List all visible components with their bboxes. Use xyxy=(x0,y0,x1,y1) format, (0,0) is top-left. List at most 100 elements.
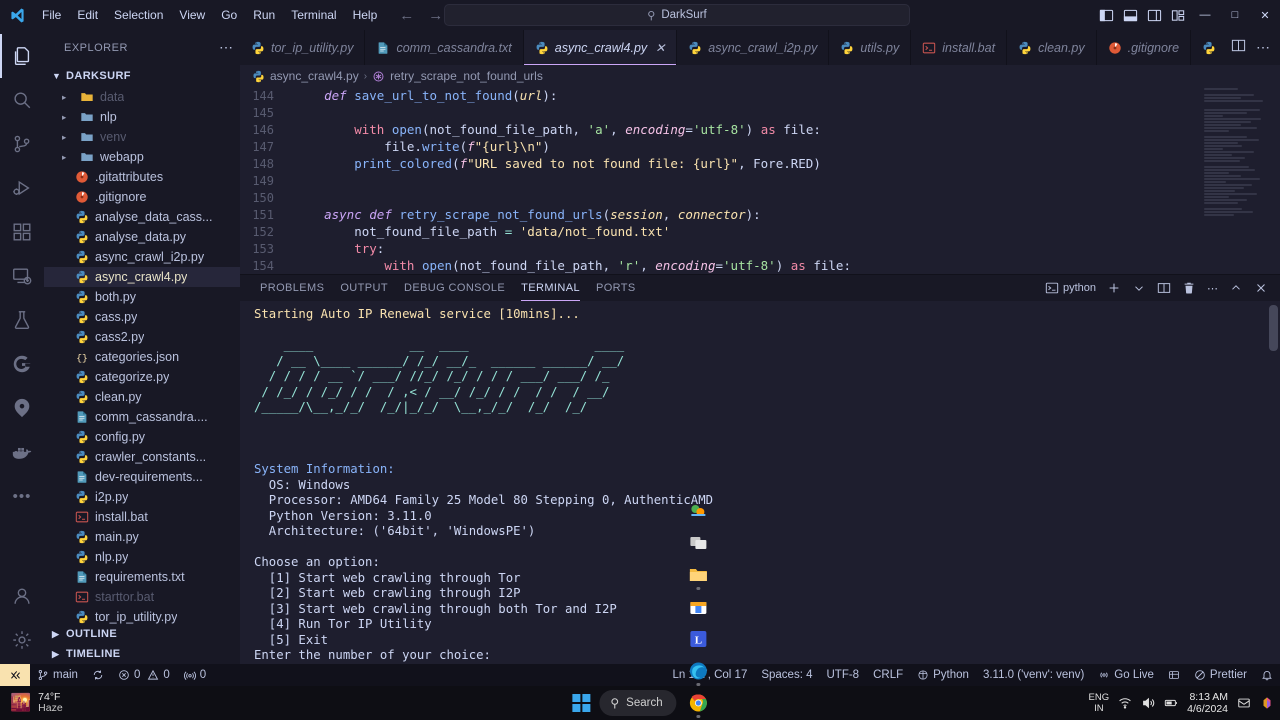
sidebar-item-source-control[interactable] xyxy=(0,122,44,166)
status-remote-menu-icon[interactable] xyxy=(1161,664,1187,686)
volume-icon[interactable] xyxy=(1141,696,1155,710)
tree-file-starttor-bat[interactable]: starttor.bat xyxy=(44,587,240,607)
sidebar-item-extensions[interactable] xyxy=(0,210,44,254)
workspace-root[interactable]: ▼ DARKSURF xyxy=(44,65,240,87)
editor-tab-async-crawl-i2p-py[interactable]: async_crawl_i2p.py xyxy=(677,30,830,65)
taskbar-clock[interactable]: 8:13 AM 4/6/2024 xyxy=(1187,691,1228,715)
more-actions-icon[interactable]: ⋯ xyxy=(219,39,234,56)
sidebar-item-docker[interactable] xyxy=(0,430,44,474)
account-icon[interactable] xyxy=(0,574,44,618)
sidebar-item-run-and-debug[interactable] xyxy=(0,166,44,210)
sidebar-item-gitlens[interactable] xyxy=(0,342,44,386)
taskbar-app-google-chrome[interactable] xyxy=(683,687,715,719)
tree-file-cass2-py[interactable]: cass2.py xyxy=(44,327,240,347)
battery-icon[interactable] xyxy=(1164,696,1178,710)
tree-file-cass-py[interactable]: cass.py xyxy=(44,307,240,327)
tree-file-requirements-txt[interactable]: requirements.txt xyxy=(44,567,240,587)
sidebar-item-remote-explorer[interactable] xyxy=(0,254,44,298)
copilot-icon[interactable] xyxy=(1260,696,1274,710)
menu-go[interactable]: Go xyxy=(213,5,245,25)
status-errors-warnings[interactable]: 0 0 xyxy=(111,664,177,686)
tab-output[interactable]: OUTPUT xyxy=(332,275,396,301)
code-lines[interactable]: 144 def save_url_to_not_found(url): 145 14… xyxy=(240,87,1280,274)
code-line[interactable]: 145 xyxy=(240,104,1280,121)
status-python-interpreter[interactable]: 3.11.0 ('venv': venv) xyxy=(976,664,1091,686)
code-line[interactable]: 154 with open(not_found_file_path, 'r', … xyxy=(240,257,1280,274)
close-panel-icon[interactable] xyxy=(1250,277,1272,299)
wifi-icon[interactable] xyxy=(1118,696,1132,710)
window-maximize-button[interactable]: □ xyxy=(1220,0,1250,30)
tree-file-categorize-py[interactable]: categorize.py xyxy=(44,367,240,387)
sidebar-item-testing[interactable] xyxy=(0,298,44,342)
tab-terminal[interactable]: TERMINAL xyxy=(513,275,588,301)
code-line[interactable]: 153 try: xyxy=(240,240,1280,257)
editor-tab-tor-ip-utility-py[interactable]: tor_ip_utility.py xyxy=(240,30,366,65)
file-tree[interactable]: ▸ data ▸ nlp ▸ venv ▸ webapp .gitattributes .giti… xyxy=(44,87,240,624)
split-terminal-icon[interactable] xyxy=(1153,277,1175,299)
toggle-primary-sidebar-icon[interactable] xyxy=(1094,0,1118,30)
tree-file-i2p-py[interactable]: i2p.py xyxy=(44,487,240,507)
tree-file-config-py[interactable]: config.py xyxy=(44,427,240,447)
tree-file-categories-json[interactable]: {} categories.json xyxy=(44,347,240,367)
tree-file-crawler-constants-[interactable]: crawler_constants... xyxy=(44,447,240,467)
editor-tab-clean-py[interactable]: clean.py xyxy=(1007,30,1097,65)
toggle-panel-icon[interactable] xyxy=(1118,0,1142,30)
taskbar-app-leetcode[interactable]: L xyxy=(683,623,715,655)
activity-bar-more-icon[interactable]: ••• xyxy=(0,474,44,518)
tree-file-comm-cassandra-[interactable]: comm_cassandra.... xyxy=(44,407,240,427)
breadcrumb-symbol[interactable]: retry_scrape_not_found_urls xyxy=(390,69,543,83)
menu-run[interactable]: Run xyxy=(245,5,283,25)
tree-file-async-crawl4-py[interactable]: async_crawl4.py xyxy=(44,267,240,287)
tree-file-dev-requirements-[interactable]: dev-requirements... xyxy=(44,467,240,487)
code-line[interactable]: 146 with open(not_found_file_path, 'a', … xyxy=(240,121,1280,138)
taskbar-search[interactable]: ⚲ Search xyxy=(599,690,677,716)
terminal-output[interactable]: Starting Auto IP Renewal service [10mins… xyxy=(240,301,1280,664)
remote-window-indicator[interactable] xyxy=(0,664,30,686)
editor-tab--gitignore[interactable]: .gitignore xyxy=(1096,30,1192,65)
menu-edit[interactable]: Edit xyxy=(69,5,106,25)
sidebar-item-quokka[interactable] xyxy=(0,386,44,430)
plus-icon[interactable] xyxy=(1103,277,1125,299)
windows-start-icon[interactable] xyxy=(565,687,597,719)
taskbar-app-microsoft-store[interactable] xyxy=(683,591,715,623)
tree-folder-nlp[interactable]: ▸ nlp xyxy=(44,107,240,127)
editor-tab-utils-py[interactable]: utils.py xyxy=(829,30,912,65)
tree-folder-data[interactable]: ▸ data xyxy=(44,87,240,107)
tree-file-clean-py[interactable]: clean.py xyxy=(44,387,240,407)
sidebar-item-search[interactable] xyxy=(0,78,44,122)
editor-tabs[interactable]: tor_ip_utility.py comm_cassandra.txt async… xyxy=(240,30,1222,65)
taskbar-app-file-explorer[interactable] xyxy=(683,559,715,591)
tree-file-nlp-py[interactable]: nlp.py xyxy=(44,547,240,567)
window-close-button[interactable]: ✕ xyxy=(1250,0,1280,30)
tab-debug-console[interactable]: DEBUG CONSOLE xyxy=(396,275,513,301)
tree-file-analyse-data-py[interactable]: analyse_data.py xyxy=(44,227,240,247)
status-go-live[interactable]: Go Live xyxy=(1091,664,1161,686)
weather-widget[interactable]: 🌇 74°F Haze xyxy=(0,692,170,714)
minimap[interactable] xyxy=(1204,87,1266,274)
sidebar-item-explorer[interactable] xyxy=(0,34,44,78)
arrow-right-icon[interactable]: → xyxy=(428,8,443,23)
tree-file-analyse-data-cass-[interactable]: analyse_data_cass... xyxy=(44,207,240,227)
status-branch[interactable]: main xyxy=(30,664,85,686)
taskbar-app-widgets[interactable] xyxy=(683,495,715,527)
editor-tab-untitled[interactable] xyxy=(1191,30,1222,65)
status-sync[interactable] xyxy=(85,664,111,686)
more-actions-icon[interactable]: ⋯ xyxy=(1256,39,1271,56)
terminal-shell-selector[interactable]: python xyxy=(1041,277,1100,299)
command-center-search[interactable]: ⚲ DarkSurf xyxy=(444,4,910,26)
code-line[interactable]: 150 xyxy=(240,189,1280,206)
status-indentation[interactable]: Spaces: 4 xyxy=(754,664,819,686)
code-editor[interactable]: 144 def save_url_to_not_found(url): 145 14… xyxy=(240,87,1280,274)
editor-scrollbar[interactable] xyxy=(1266,87,1280,274)
arrow-left-icon[interactable]: ← xyxy=(399,8,414,23)
close-icon[interactable]: ✕ xyxy=(655,41,665,55)
tree-folder-venv[interactable]: ▸ venv xyxy=(44,127,240,147)
tree-file-both-py[interactable]: both.py xyxy=(44,287,240,307)
gear-icon[interactable] xyxy=(0,618,44,662)
code-line[interactable]: 144 def save_url_to_not_found(url): xyxy=(240,87,1280,104)
timeline-section[interactable]: ▶ TIMELINE xyxy=(44,644,240,664)
editor-tab-comm-cassandra-txt[interactable]: comm_cassandra.txt xyxy=(365,30,524,65)
tree-file--gitignore[interactable]: .gitignore xyxy=(44,187,240,207)
tab-problems[interactable]: PROBLEMS xyxy=(252,275,332,301)
tree-file-tor-ip-utility-py[interactable]: tor_ip_utility.py xyxy=(44,607,240,624)
